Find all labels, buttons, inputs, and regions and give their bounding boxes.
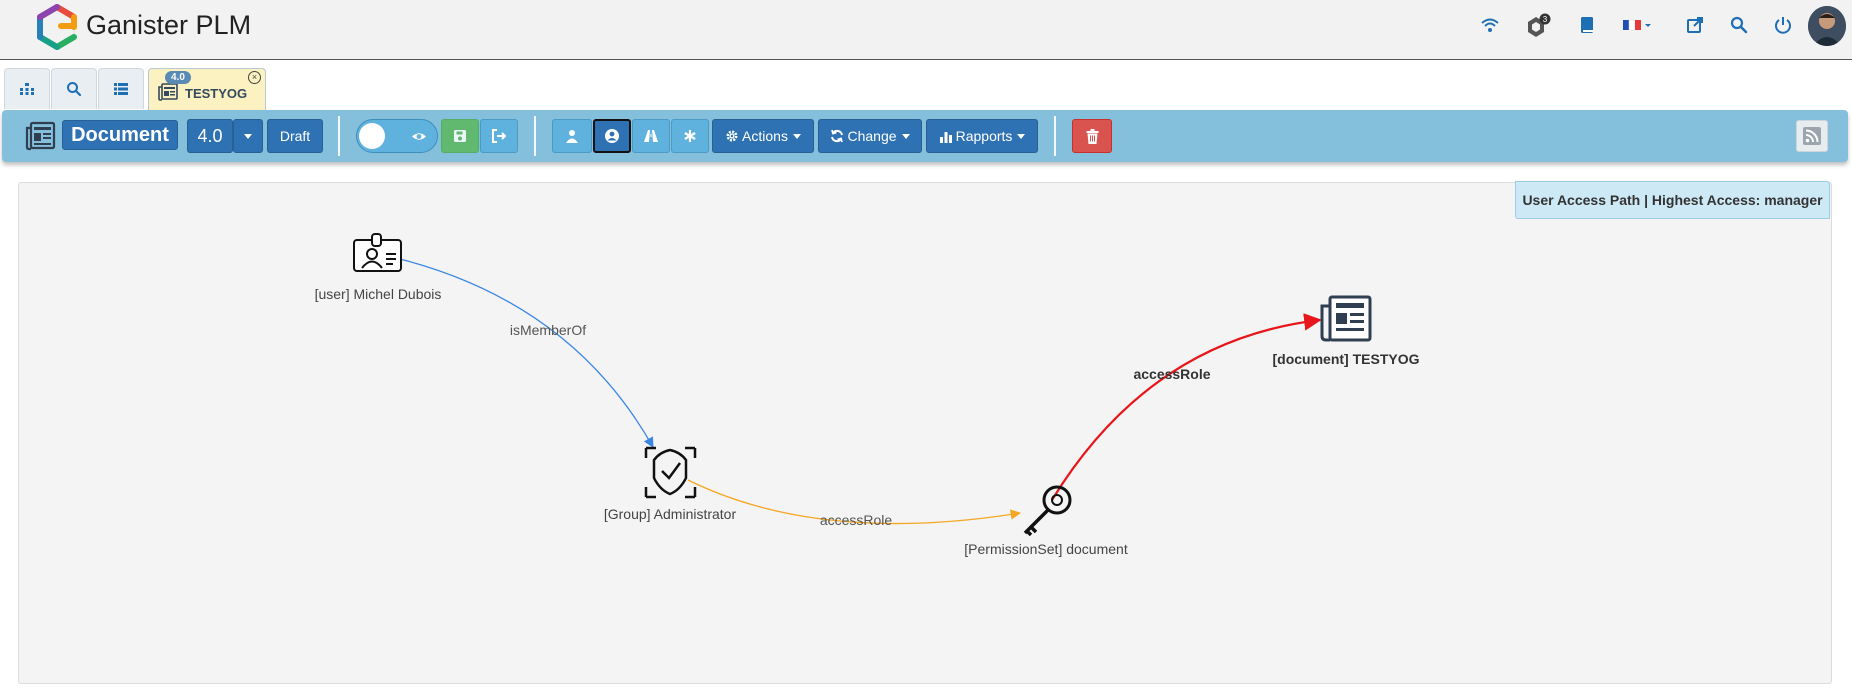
shield-check-icon <box>644 446 697 499</box>
access-graph: isMemberOf accessRole accessRole [user] … <box>315 233 1420 557</box>
document-icon <box>1320 295 1372 342</box>
user-badge-icon <box>353 233 402 272</box>
graph-node-user[interactable]: [user] Michel Dubois <box>315 233 442 302</box>
key-icon <box>1023 485 1072 537</box>
edge-label: accessRole <box>1133 366 1210 382</box>
graph-node-permissionset[interactable]: [PermissionSet] document <box>964 485 1128 557</box>
edge-label: isMemberOf <box>510 322 586 338</box>
node-label: [Group] Administrator <box>604 506 737 522</box>
edge-label: accessRole <box>820 512 893 528</box>
graph-node-group[interactable]: [Group] Administrator <box>604 446 737 522</box>
graph-node-document[interactable]: [document] TESTYOG <box>1273 295 1420 367</box>
node-label: [PermissionSet] document <box>964 541 1128 557</box>
node-label: [user] Michel Dubois <box>315 286 442 302</box>
node-label: [document] TESTYOG <box>1273 351 1420 367</box>
edge-accessrole-document[interactable] <box>1051 313 1322 501</box>
